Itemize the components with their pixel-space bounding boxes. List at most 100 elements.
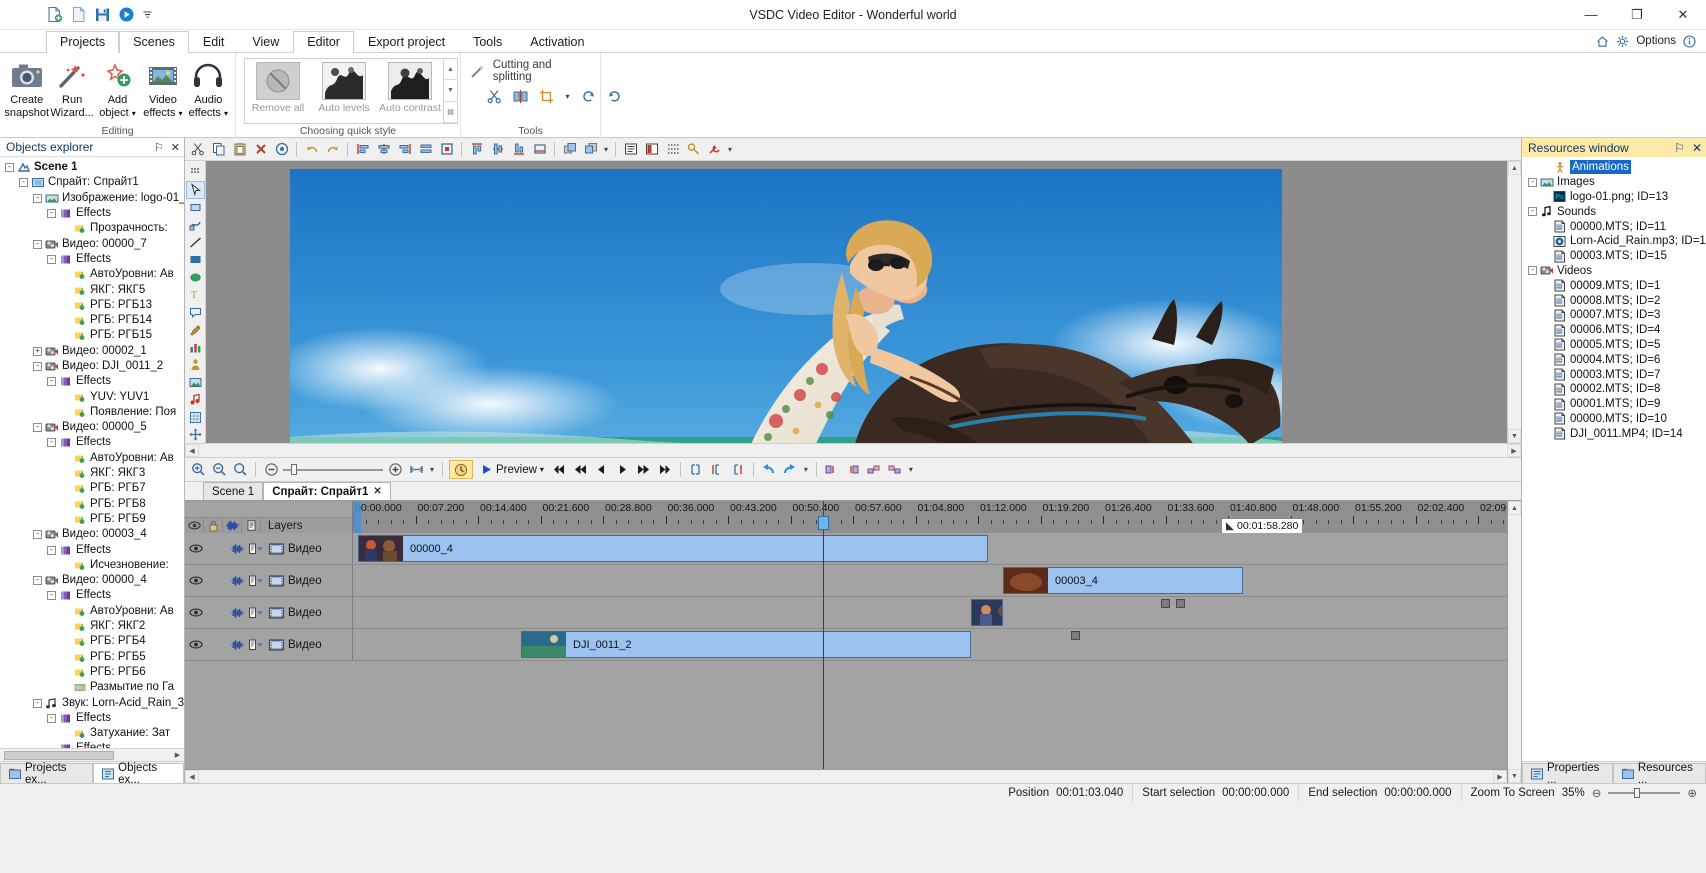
close-icon[interactable]: ✕ — [1692, 141, 1702, 155]
resources-tree-item[interactable]: -Sounds — [1522, 204, 1706, 219]
chevron-down-icon[interactable]: ▾ — [564, 88, 571, 105]
tab-scenes[interactable]: Scenes — [119, 31, 189, 53]
delete-icon[interactable] — [251, 140, 270, 159]
collapse-icon[interactable]: - — [33, 362, 42, 371]
tab-projects[interactable]: Projects — [46, 31, 119, 53]
open-project-icon[interactable] — [70, 6, 87, 23]
collapse-icon[interactable]: - — [33, 530, 42, 539]
tab-editor[interactable]: Editor — [293, 31, 354, 53]
lock-icon[interactable] — [204, 518, 223, 533]
resources-tree-item[interactable]: Pslogo-01.png; ID=13 — [1522, 190, 1706, 205]
objects-tree-item[interactable]: РГБ: РГБ15 — [0, 328, 184, 343]
person-icon[interactable] — [187, 357, 204, 374]
cut-icon[interactable] — [188, 140, 207, 159]
resources-tree-item[interactable]: -Images — [1522, 175, 1706, 190]
tools-icon[interactable] — [705, 140, 724, 159]
timeline-clip[interactable] — [971, 599, 1003, 626]
collapse-icon[interactable]: - — [33, 423, 42, 432]
resources-tree-item[interactable]: Animations — [1522, 160, 1706, 175]
preview-zoom-slider[interactable] — [283, 461, 383, 479]
slider-knob[interactable] — [291, 464, 297, 475]
expand-icon[interactable]: + — [33, 347, 42, 356]
objects-tree-item[interactable]: АвтоУровни: Ав — [0, 451, 184, 466]
playhead-handle[interactable] — [818, 516, 829, 530]
align-right-icon[interactable] — [395, 140, 414, 159]
tab-tools[interactable]: Tools — [459, 31, 516, 53]
resources-tree-item[interactable]: 00006.MTS; ID=4 — [1522, 323, 1706, 338]
minimize-button[interactable]: — — [1568, 0, 1614, 30]
objects-tree-item[interactable]: Прозрачность: — [0, 221, 184, 236]
track-header[interactable]: Видео — [185, 533, 353, 564]
preview-canvas[interactable] — [206, 161, 1507, 443]
timeline-clip[interactable]: 00003_4 — [1003, 567, 1243, 594]
save-icon[interactable] — [94, 6, 111, 23]
quick-style-gallery[interactable]: Remove all Auto levels Auto contrast ▲ — [244, 58, 458, 124]
collapse-icon[interactable]: - — [33, 194, 42, 203]
timeline-ruler[interactable]: 00:00.00000:07.20000:14.40000:21.60000:2… — [353, 501, 1507, 533]
objects-tree-item[interactable]: РГБ: РГБ14 — [0, 313, 184, 328]
new-project-icon[interactable] — [46, 6, 63, 23]
collapse-icon[interactable]: - — [47, 591, 56, 600]
scroll-down-icon[interactable]: ▼ — [1508, 769, 1521, 783]
zoom-in-icon[interactable] — [189, 461, 207, 479]
objects-tree-item[interactable]: +Видео: 00002_1 — [0, 344, 184, 359]
resources-tree-item[interactable]: 00008.MTS; ID=2 — [1522, 293, 1706, 308]
timeline-tab-scene1[interactable]: Scene 1 — [203, 482, 263, 500]
info-icon[interactable] — [1683, 35, 1696, 48]
slider-knob[interactable] — [1634, 788, 1640, 798]
chart-icon[interactable] — [187, 339, 204, 356]
run-wizard-button[interactable]: Run Wizard... — [49, 56, 94, 119]
scroll-up-icon[interactable]: ▲ — [444, 59, 457, 80]
track-menu-icon[interactable] — [249, 575, 265, 587]
chevron-down-icon[interactable]: ▾ — [907, 461, 915, 479]
objects-tree-item[interactable]: -Effects — [0, 542, 184, 557]
timeline-tab-sprite[interactable]: Спрайт: Спрайт1 ✕ — [263, 482, 391, 500]
track-body[interactable] — [353, 597, 1507, 628]
send-back-icon[interactable] — [581, 140, 600, 159]
chevron-down-icon[interactable]: ▾ — [802, 461, 810, 479]
image-object-icon[interactable] — [187, 374, 204, 391]
objects-tree-item[interactable]: РГБ: РГБ6 — [0, 665, 184, 680]
track-menu-icon[interactable] — [249, 607, 265, 619]
resources-tree-item[interactable]: 00004.MTS; ID=6 — [1522, 352, 1706, 367]
style-auto-levels[interactable]: Auto levels — [311, 59, 377, 123]
resources-tree-item[interactable]: 00002.MTS; ID=8 — [1522, 382, 1706, 397]
objects-tree-item[interactable]: -Scene 1 — [0, 160, 184, 175]
zoom-out-button[interactable]: ⊖ — [1592, 786, 1602, 800]
waveform-icon[interactable] — [229, 575, 246, 587]
timeline-clip[interactable]: 00000_4 — [358, 535, 988, 562]
objects-tree-item[interactable]: -Effects — [0, 711, 184, 726]
timeline-tracks[interactable]: Видео00000_4Видео00003_4ВидеоВидеоDJI_00… — [185, 533, 1507, 769]
keyframe-marker[interactable] — [1176, 599, 1185, 608]
tab-export-project[interactable]: Export project — [354, 31, 459, 53]
properties-list-icon[interactable] — [242, 518, 261, 533]
customize-qat-icon[interactable] — [142, 6, 153, 23]
align-left-icon[interactable] — [353, 140, 372, 159]
resources-tree-item[interactable]: 00009.MTS; ID=1 — [1522, 278, 1706, 293]
tab-activation[interactable]: Activation — [516, 31, 598, 53]
skip-end-icon[interactable] — [656, 461, 674, 479]
align-top-icon[interactable] — [467, 140, 486, 159]
collapse-icon[interactable]: - — [47, 255, 56, 264]
objects-tree-item[interactable]: -Effects — [0, 588, 184, 603]
video-effects-button[interactable]: Video effects ▾ — [140, 56, 185, 120]
free-shape-icon[interactable] — [187, 217, 204, 234]
track-header[interactable]: Видео — [185, 597, 353, 628]
tab-projects-explorer[interactable]: Projects ex... — [0, 763, 93, 783]
list-icon[interactable] — [621, 140, 640, 159]
scissors-icon[interactable] — [486, 88, 503, 105]
resources-tree-item[interactable]: DJI_0011.MP4; ID=14 — [1522, 426, 1706, 441]
fit-icon[interactable] — [437, 140, 456, 159]
collapse-icon[interactable]: - — [47, 209, 56, 218]
objects-tree[interactable]: -Scene 1-Спрайт: Спрайт1-Изображение: lo… — [0, 157, 184, 748]
resources-tree-item[interactable]: 00007.MTS; ID=3 — [1522, 308, 1706, 323]
text-icon[interactable]: T — [187, 287, 204, 304]
objects-tree-item[interactable]: -Effects — [0, 374, 184, 389]
objects-tree-item[interactable]: -Видео: 00000_5 — [0, 420, 184, 435]
home-icon[interactable] — [1596, 35, 1609, 48]
timeline-track[interactable]: ВидеоDJI_0011_2 — [185, 629, 1507, 661]
objects-tree-hscrollbar[interactable]: ▶ — [0, 748, 184, 761]
scroll-left-icon[interactable]: ◀ — [185, 444, 199, 457]
align-base-icon[interactable] — [530, 140, 549, 159]
tab-objects-explorer[interactable]: Objects ex... — [93, 763, 184, 783]
